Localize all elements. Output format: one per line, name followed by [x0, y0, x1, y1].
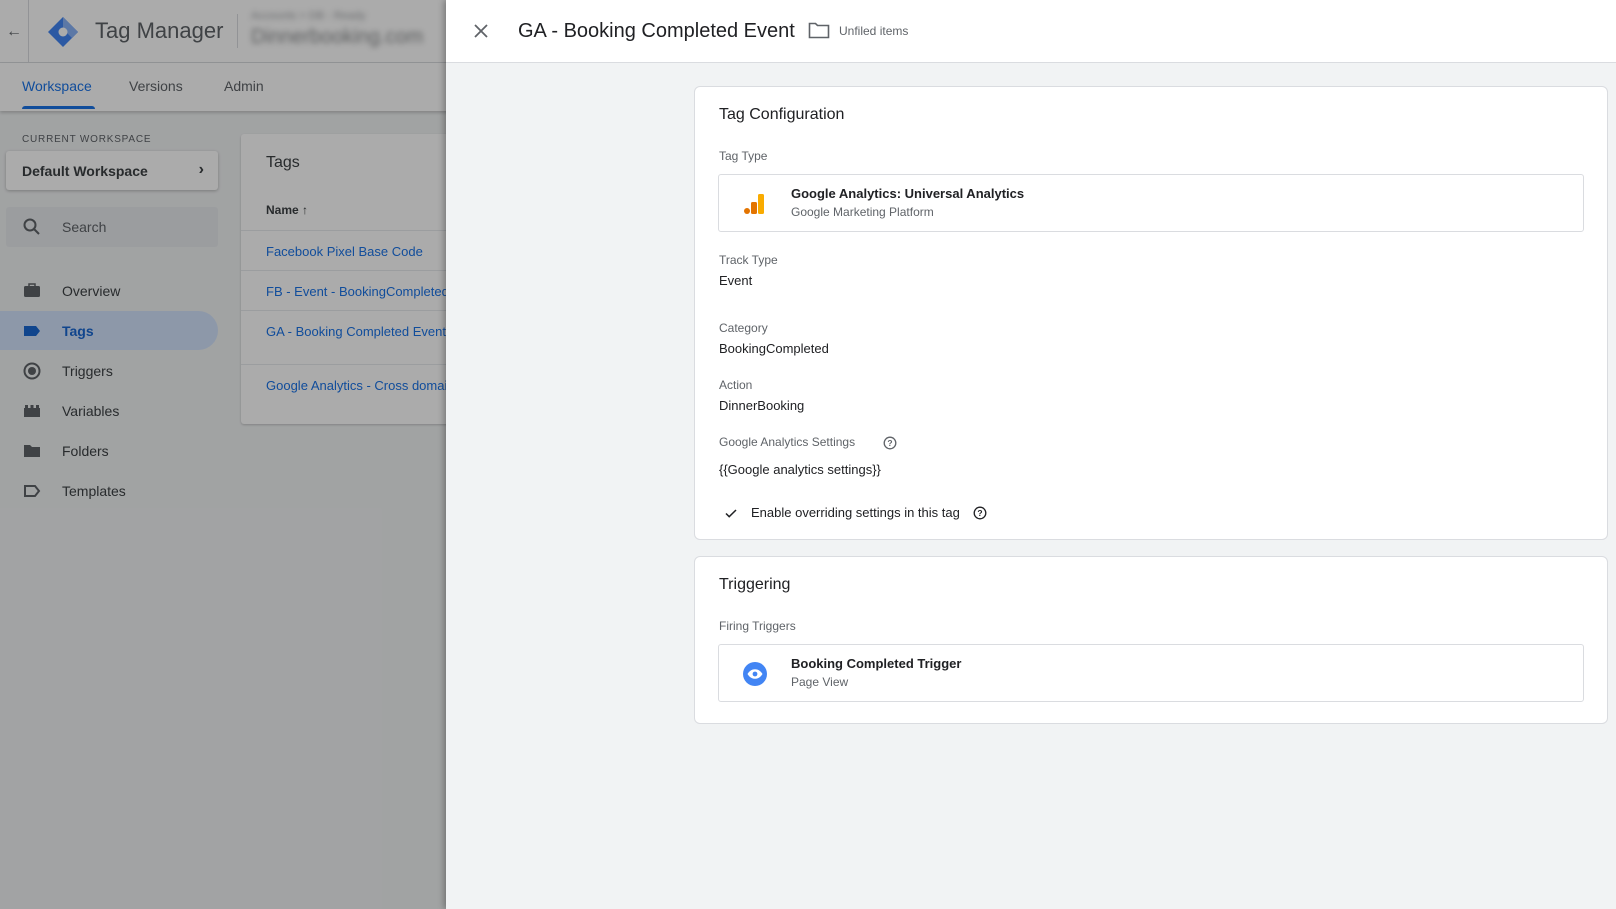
track-type-value: Event: [719, 273, 753, 288]
track-type-label: Track Type: [719, 253, 778, 267]
card-title: Triggering: [719, 576, 791, 593]
svg-text:?: ?: [887, 438, 892, 448]
tag-type-selector[interactable]: Google Analytics: Universal Analytics Go…: [718, 174, 1584, 232]
tag-configuration-card[interactable]: Tag Configuration Tag Type Google Analyt…: [694, 86, 1608, 540]
firing-trigger-item[interactable]: Booking Completed Trigger Page View: [718, 644, 1584, 702]
trigger-type: Page View: [791, 675, 849, 689]
tag-name-title[interactable]: GA - Booking Completed Event: [518, 20, 795, 43]
category-label: Category: [719, 321, 768, 335]
firing-triggers-label: Firing Triggers: [719, 619, 796, 633]
page-view-trigger-icon: [743, 662, 767, 686]
ga-settings-value: {{Google analytics settings}}: [719, 462, 881, 477]
folder-label[interactable]: Unfiled items: [839, 24, 908, 38]
tag-type-vendor: Google Marketing Platform: [791, 205, 934, 219]
category-value: BookingCompleted: [719, 341, 829, 356]
ga-settings-label: Google Analytics Settings: [719, 435, 856, 449]
close-icon[interactable]: [471, 21, 491, 41]
card-title: Tag Configuration: [719, 106, 845, 123]
modal-scrim[interactable]: [0, 0, 446, 909]
tag-type-label: Tag Type: [719, 149, 768, 163]
triggering-card[interactable]: Triggering Firing Triggers Booking Compl…: [694, 556, 1608, 724]
folder-outline-icon[interactable]: [808, 21, 830, 39]
action-label: Action: [719, 378, 753, 392]
trigger-name: Booking Completed Trigger: [791, 656, 962, 671]
action-value: DinnerBooking: [719, 398, 805, 413]
help-icon[interactable]: ?: [883, 436, 897, 450]
help-icon[interactable]: ?: [973, 506, 987, 520]
svg-text:?: ?: [977, 508, 982, 518]
google-analytics-icon: [744, 194, 764, 214]
tag-detail-sheet: GA - Booking Completed Event Unfiled ite…: [446, 0, 1616, 909]
checkmark-icon: [725, 509, 737, 518]
sheet-header: GA - Booking Completed Event Unfiled ite…: [446, 0, 1616, 63]
override-settings-label: Enable overriding settings in this tag: [751, 505, 960, 520]
tag-type-name: Google Analytics: Universal Analytics: [791, 186, 1025, 201]
